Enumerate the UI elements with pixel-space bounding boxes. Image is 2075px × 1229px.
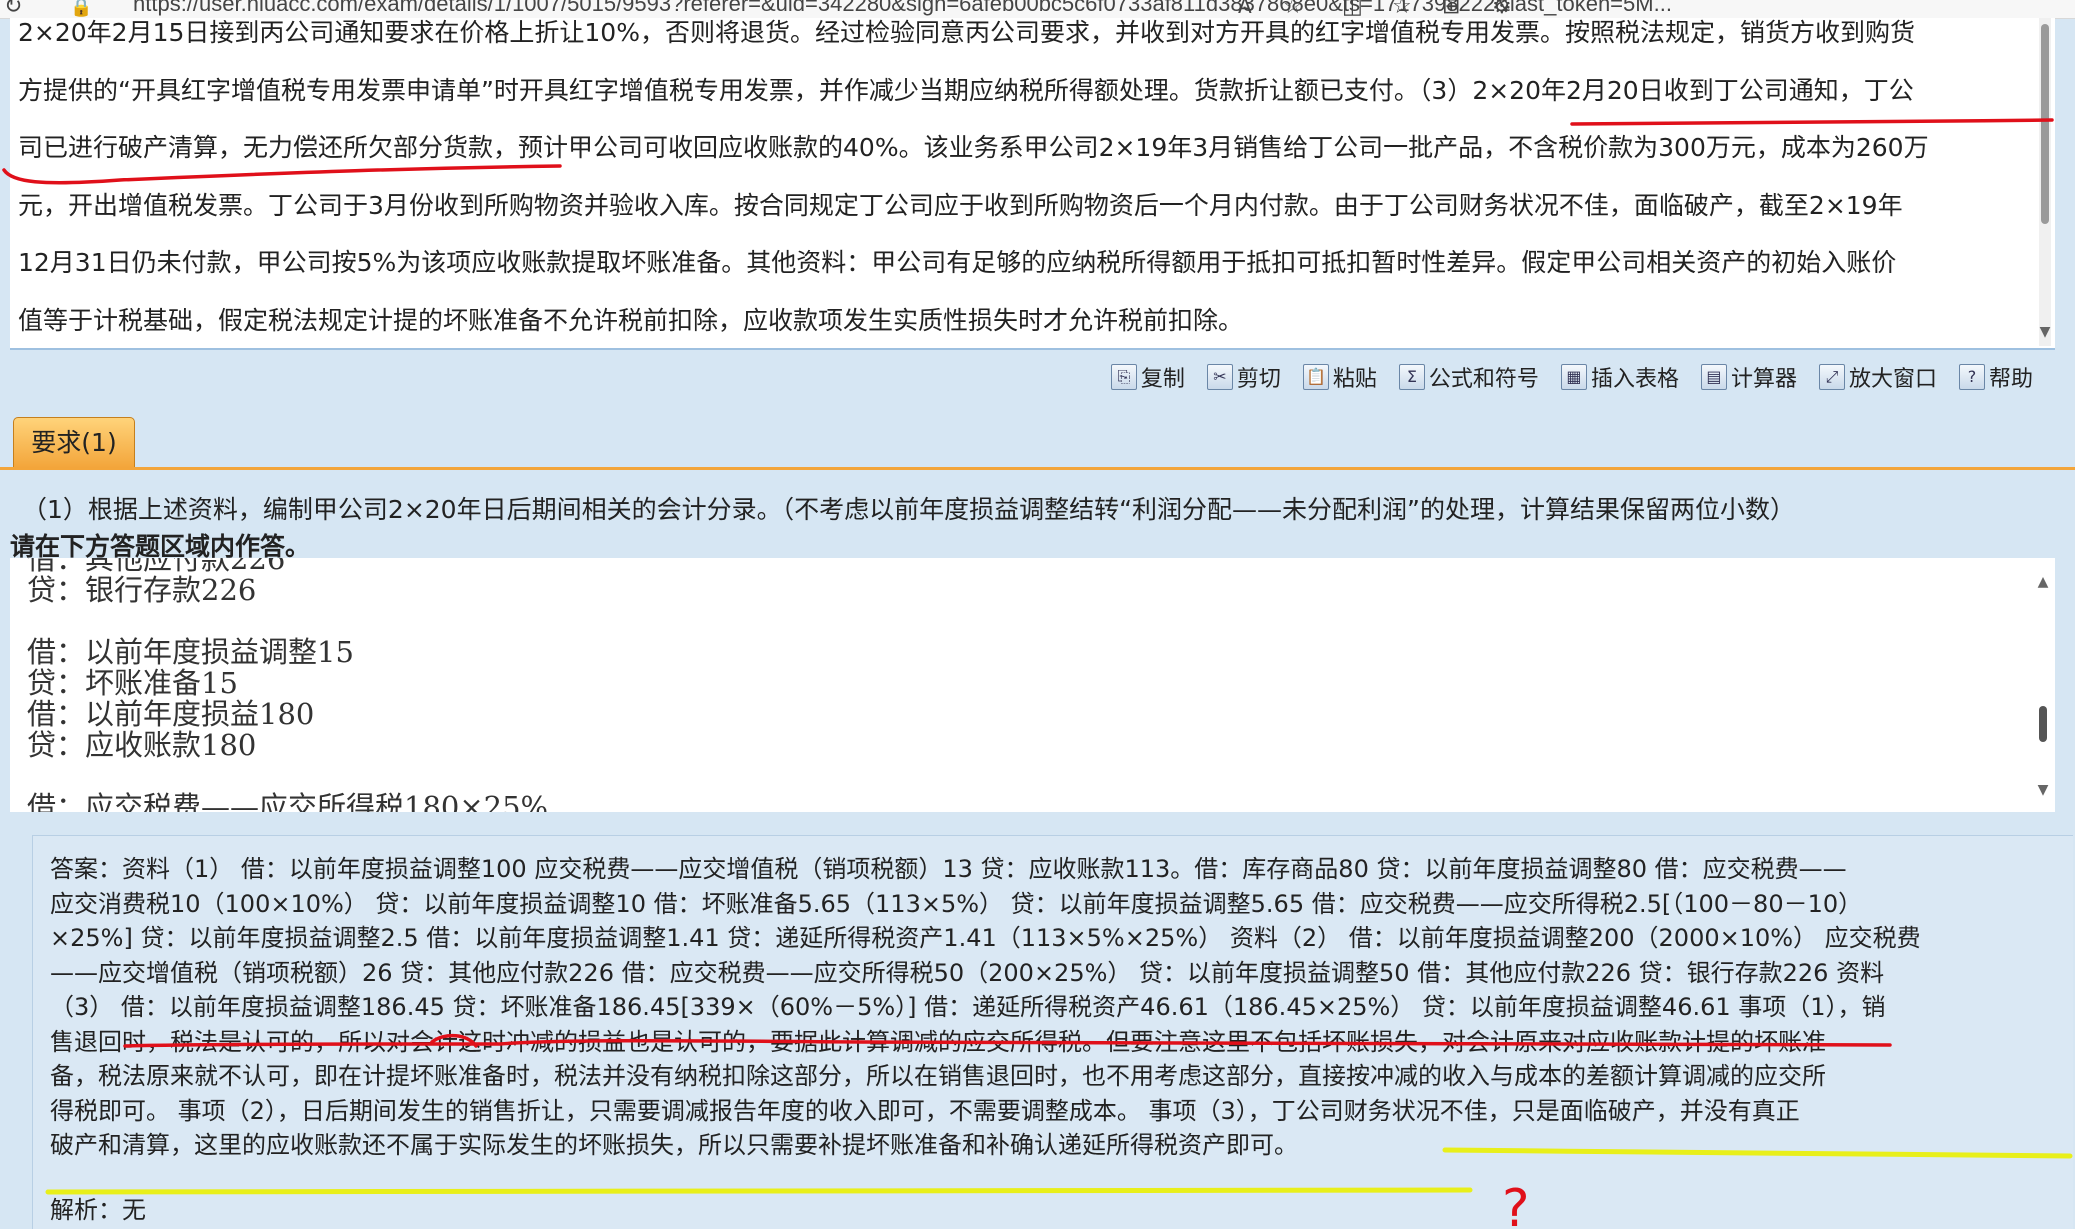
answer-line bbox=[27, 606, 548, 637]
favorites-icon[interactable]: ☆ bbox=[1392, 0, 1412, 18]
answer-line: 借：以前年度损益180 bbox=[27, 697, 315, 731]
reload-icon[interactable]: ↻ bbox=[4, 0, 22, 18]
scroll-down-icon[interactable]: ▼ bbox=[2037, 782, 2049, 798]
question-line: 2×20年2月15日接到丙公司通知要求在价格上折让10%，否则将退货。经过检验同… bbox=[18, 18, 1915, 47]
collections-icon[interactable]: ⊞ bbox=[1442, 0, 1460, 18]
tab-underline bbox=[0, 467, 2075, 470]
maximize-icon: ⤢ bbox=[1818, 364, 1845, 390]
answer-textarea[interactable]: 借：其他应付款226 贷：银行存款226 借：以前年度损益调整15 贷：坏账准备15… bbox=[10, 558, 2055, 812]
calculator-icon: ▤ bbox=[1700, 364, 1727, 390]
editor-toolbar: ⎘ 复制 ✂ 剪切 📋 粘贴 Σ 公式和符号 ▦ 插入表格 ▤ 计算器 ⤢ 放大窗口? 帮助 bbox=[1110, 360, 2033, 394]
reference-line: 应交消费税10（100×10%） 贷：以前年度损益调整10 借：坏账准备5.65… bbox=[50, 889, 1863, 918]
answer-line: 贷：银行存款226 bbox=[27, 573, 257, 607]
sigma-button[interactable]: Σ 公式和符号 bbox=[1398, 361, 1539, 393]
browser-address-bar: ↻ 🔒 https://user.niuacc.com/exam/details… bbox=[0, 0, 2075, 19]
question-line: 元，开出增值税发票。丁公司于3月份收到所购物资并验收入库。按合同规定丁公司应于收… bbox=[18, 190, 1903, 220]
answer-line: 贷：坏账准备15 bbox=[27, 666, 238, 700]
toolbar-label: 复制 bbox=[1140, 367, 1185, 392]
analysis-text: 解析：无 bbox=[50, 1196, 146, 1224]
question-line: 司已进行破产清算，无力偿还所欠部分货款，预计甲公司可收回应收账款的40%。该业务… bbox=[18, 133, 1929, 162]
toolbar-label: 粘贴 bbox=[1332, 367, 1377, 392]
answer-scroll-thumb[interactable] bbox=[2039, 706, 2047, 742]
table-button[interactable]: ▦ 插入表格 bbox=[1560, 361, 1679, 393]
reference-line: ×25%] 贷：以前年度损益调整2.5 借：以前年度损益调整1.41 贷：递延所… bbox=[50, 924, 1921, 952]
answer-text[interactable]: 借：其他应付款226 贷：银行存款226 借：以前年度损益调整15 贷：坏账准备15… bbox=[27, 558, 548, 812]
toolbar-label: 插入表格 bbox=[1590, 367, 1679, 392]
answer-line: 借：以前年度损益调整15 bbox=[27, 635, 354, 669]
read-aloud-icon[interactable]: A bbox=[1238, 0, 1252, 18]
calculator-button[interactable]: ▤ 计算器 bbox=[1700, 361, 1797, 393]
reference-line: 破产和清算，这里的应收账款还不属于实际发生的坏账损失，所以只需要补提坏账准备和补… bbox=[50, 1131, 1298, 1159]
scroll-up-icon[interactable]: ▲ bbox=[2037, 574, 2049, 590]
copy-icon: ⎘ bbox=[1110, 364, 1137, 390]
reference-answer-panel: 答案：资料（1） 借：以前年度损益调整100 应交税费——应交增值税（销项税额）… bbox=[32, 835, 2073, 1229]
passage-scrollbar[interactable]: ▼ bbox=[2039, 18, 2051, 346]
reference-line: 备，税法原来就不认可，即在计提坏账准备时，税法并没有纳税扣除这部分，所以在销售退… bbox=[50, 1062, 1826, 1090]
help-book-button[interactable]: ? 帮助 bbox=[1958, 361, 2033, 393]
scissors-icon: ✂ bbox=[1206, 364, 1233, 390]
toolbar-label: 放大窗口 bbox=[1848, 367, 1937, 392]
reference-line: 得税即可。 事项（2），日后期间发生的销售折让，只需要调减报告年度的收入即可，不… bbox=[50, 1096, 1800, 1125]
question-text: 2×20年2月15日接到丙公司通知要求在价格上折让10%，否则将退货。经过检验同… bbox=[18, 18, 2038, 348]
favorite-star-icon[interactable]: ☆ bbox=[1283, 0, 1303, 18]
paste-button[interactable]: 📋 粘贴 bbox=[1302, 361, 1377, 393]
site-info-icon[interactable]: 🔒 bbox=[70, 0, 92, 18]
reference-line: ——应交增值税（销项税额）26 贷：其他应付款226 借：应交税费——应交所得税… bbox=[50, 958, 1885, 987]
tab-requirement-1[interactable]: 要求(1) bbox=[13, 417, 135, 469]
question-line: 方提供的“开具红字增值税专用发票申请单”时开具红字增值税专用发票，并作减少当期应… bbox=[18, 75, 1914, 105]
reference-line: （3） 借：以前年度损益调整186.45 贷：坏账准备186.45[339×（6… bbox=[50, 993, 1886, 1021]
scissors-button[interactable]: ✂ 剪切 bbox=[1206, 361, 1281, 393]
answer-line: 借：应交税费——应交所得税180×25% bbox=[27, 790, 549, 813]
split-screen-icon[interactable]: ◫ bbox=[1342, 0, 1363, 18]
answer-scrollbar[interactable]: ▲ ▼ bbox=[2037, 558, 2049, 812]
toolbar-label: 剪切 bbox=[1236, 367, 1281, 392]
reference-line: 售退回时，税法是认可的，所以对会计这时冲减的损益也是认可的，要据此计算调减的应交… bbox=[50, 1027, 1826, 1056]
reference-line: 答案：资料（1） 借：以前年度损益调整100 应交税费——应交增值税（销项税额）… bbox=[50, 855, 1847, 883]
answer-line: 贷：应收账款180 bbox=[27, 728, 257, 762]
question-line: 值等于计税基础，假定税法规定计提的坏账准备不允许税前扣除，应收款项发生实质性损失… bbox=[18, 305, 1244, 335]
paste-icon: 📋 bbox=[1302, 364, 1329, 390]
toolbar-label: 帮助 bbox=[1988, 367, 2033, 392]
extensions-icon[interactable]: ⚙ bbox=[1492, 0, 1512, 18]
toolbar-label: 计算器 bbox=[1730, 367, 1797, 392]
sigma-icon: Σ bbox=[1398, 364, 1425, 390]
help-book-icon: ? bbox=[1958, 364, 1985, 390]
requirement-text: （1）根据上述资料，编制甲公司2×20年日后期间相关的会计分录。（不考虑以前年度… bbox=[22, 495, 1795, 524]
copy-button[interactable]: ⎘ 复制 bbox=[1110, 361, 1185, 393]
maximize-button[interactable]: ⤢ 放大窗口 bbox=[1818, 361, 1937, 393]
question-line: 12月31日仍未付款，甲公司按5%为该项应收账款提取坏账准备。其他资料：甲公司有… bbox=[18, 248, 1897, 277]
toolbar-label: 公式和符号 bbox=[1428, 367, 1539, 392]
question-passage: 2×20年2月15日接到丙公司通知要求在价格上折让10%，否则将退货。经过检验同… bbox=[10, 18, 2055, 350]
table-icon: ▦ bbox=[1560, 364, 1587, 390]
reference-answer-text: 答案：资料（1） 借：以前年度损益调整100 应交税费——应交增值税（销项税额）… bbox=[50, 852, 2040, 1163]
scroll-down-icon[interactable]: ▼ bbox=[2039, 324, 2051, 340]
passage-scroll-thumb[interactable] bbox=[2041, 24, 2049, 224]
answer-line bbox=[27, 761, 548, 792]
